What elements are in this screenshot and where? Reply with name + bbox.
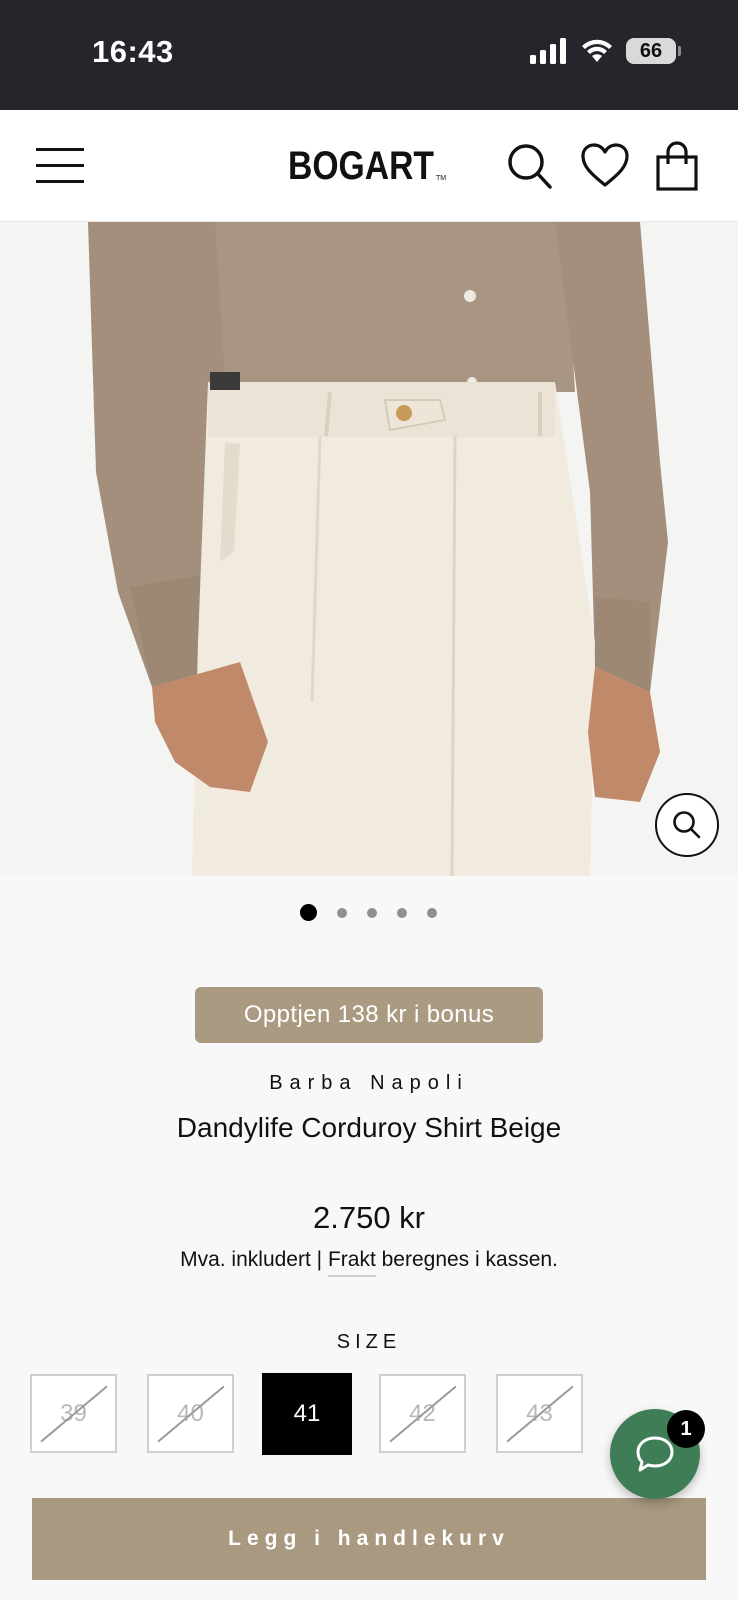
carousel-dot-5[interactable] <box>427 907 437 918</box>
zoom-button[interactable] <box>655 793 719 857</box>
battery-indicator: 66 <box>626 38 681 64</box>
product-price: 2.750 kr <box>312 1200 425 1235</box>
size-option-41[interactable]: 41 <box>262 1373 352 1455</box>
size-option-40[interactable]: 40 <box>147 1374 234 1453</box>
carousel-dot-1[interactable] <box>300 904 317 921</box>
product-title: Dandylife Corduroy Shirt Beige <box>176 1112 562 1143</box>
size-label: SIZE <box>336 1331 402 1353</box>
tax-note-prefix: Mva. inkludert | <box>180 1248 328 1271</box>
bogart-logo[interactable]: BOGART TM <box>288 140 448 190</box>
product-brand[interactable]: Barba Napoli <box>0 1072 738 1095</box>
product-image[interactable] <box>0 222 738 876</box>
product-photo <box>0 222 738 876</box>
tax-note-suffix: beregnes i kassen. <box>375 1248 558 1271</box>
size-option-43[interactable]: 43 <box>496 1374 583 1453</box>
tax-shipping-note: Mva. inkludert | Frakt beregnes i kassen… <box>0 1248 738 1277</box>
search-icon[interactable] <box>505 140 555 192</box>
carousel-dot-4[interactable] <box>397 907 407 918</box>
carousel-dot-2[interactable] <box>337 907 347 918</box>
bonus-badge: Opptjen 138 kr i bonus <box>195 987 543 1043</box>
menu-icon[interactable] <box>36 148 84 184</box>
zoom-icon <box>673 811 701 839</box>
svg-text:BOGART: BOGART <box>288 144 434 188</box>
status-bar: 16:43 66 <box>0 0 738 110</box>
size-option-42[interactable]: 42 <box>379 1374 466 1453</box>
shopping-bag-icon[interactable] <box>653 140 703 192</box>
size-option-39[interactable]: 39 <box>30 1374 117 1453</box>
svg-text:TM: TM <box>436 175 446 182</box>
carousel-dot-3[interactable] <box>367 907 377 918</box>
heart-icon[interactable] <box>580 140 630 192</box>
wifi-icon <box>582 39 612 62</box>
cellular-signal-icon <box>530 38 566 64</box>
add-to-cart-button[interactable]: Legg i handlekurv <box>32 1498 706 1580</box>
site-header: BOGART TM <box>0 110 738 222</box>
chat-notification-badge: 1 <box>667 1410 705 1448</box>
shipping-link[interactable]: Frakt <box>327 1248 376 1277</box>
carousel-pagination <box>300 904 437 921</box>
status-time: 16:43 <box>92 34 174 69</box>
status-icons: 66 <box>530 38 681 64</box>
